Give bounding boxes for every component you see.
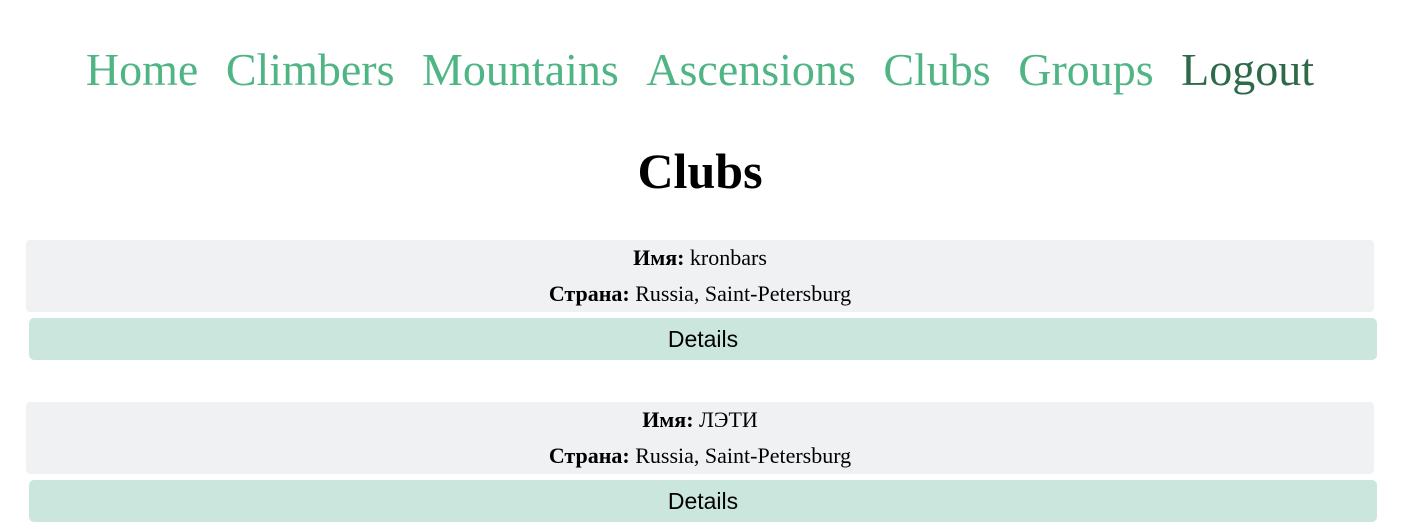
club-card: Имя: ЛЭТИ Страна: Russia, Saint-Petersbu… [26, 402, 1374, 474]
club-country-row: Страна: Russia, Saint-Petersburg [26, 276, 1374, 312]
club-details-button[interactable]: Details [29, 480, 1377, 522]
club-name-row: Имя: ЛЭТИ [26, 402, 1374, 438]
main-nav: Home Climbers Mountains Ascensions Clubs… [0, 42, 1400, 98]
club-card: Имя: kronbars Страна: Russia, Saint-Pete… [26, 240, 1374, 312]
nav-ascensions-link[interactable]: Ascensions [646, 44, 856, 95]
club-details-button[interactable]: Details [29, 318, 1377, 360]
club-country-label: Страна: [548, 281, 630, 306]
nav-mountains-link[interactable]: Mountains [422, 44, 619, 95]
club-country-value: Russia, Saint-Petersburg [635, 443, 852, 468]
club-country-value: Russia, Saint-Petersburg [635, 281, 852, 306]
club-country-row: Страна: Russia, Saint-Petersburg [26, 438, 1374, 474]
page-title: Clubs [637, 143, 763, 199]
club-country-label: Страна: [548, 443, 630, 468]
nav-home-link[interactable]: Home [86, 44, 198, 95]
club-name-row: Имя: kronbars [26, 240, 1374, 276]
club-name-label: Имя: [642, 407, 694, 432]
club-name-label: Имя: [633, 245, 685, 270]
nav-logout-link[interactable]: Logout [1181, 44, 1314, 95]
nav-groups-link[interactable]: Groups [1018, 44, 1153, 95]
club-name-value: kronbars [689, 245, 767, 270]
nav-clubs-link[interactable]: Clubs [883, 44, 990, 95]
club-name-value: ЛЭТИ [699, 407, 758, 432]
nav-climbers-link[interactable]: Climbers [226, 44, 395, 95]
